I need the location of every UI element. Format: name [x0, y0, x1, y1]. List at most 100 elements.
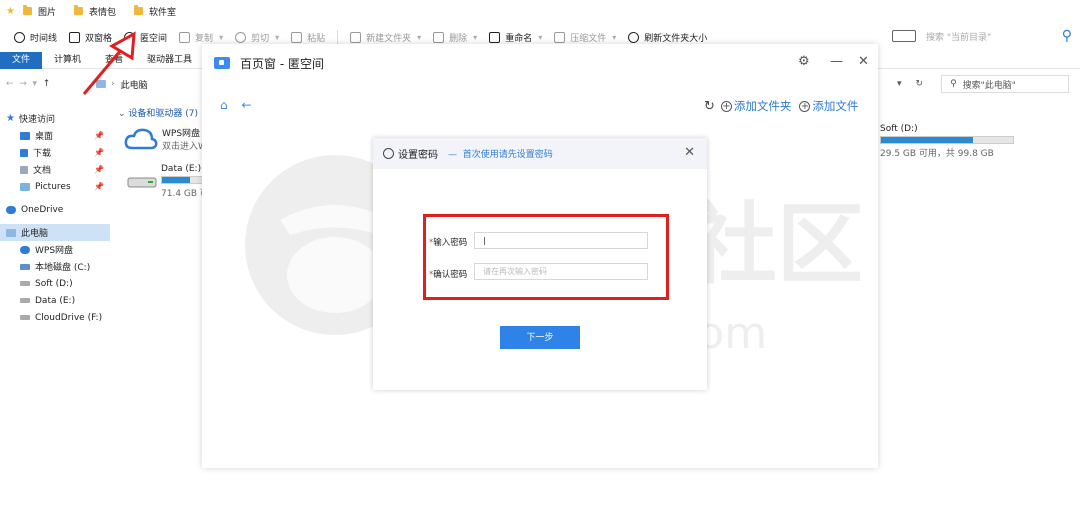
sidebar-item-onedrive[interactable]: OneDrive: [0, 201, 110, 218]
drive-wps[interactable]: WPS网盘 双击进入W: [124, 126, 207, 152]
sidebar-item-drive-e[interactable]: Data (E:): [0, 292, 110, 309]
pin-icon[interactable]: 📌: [94, 182, 104, 191]
pin-icon[interactable]: 📌: [94, 131, 104, 140]
timeline-button[interactable]: 时间线: [14, 31, 57, 44]
next-button[interactable]: 下一步: [500, 326, 580, 349]
pin-icon[interactable]: 📌: [94, 165, 104, 174]
nav-arrows[interactable]: ← → ▾ ↑: [0, 79, 78, 89]
chevron-down-icon[interactable]: ▾: [897, 79, 902, 89]
clock-icon: [14, 31, 25, 43]
devices-group-header[interactable]: ⌄ 设备和驱动器 (7): [118, 106, 198, 119]
favorites-bar: ★ 图片 表情包 软件室: [0, 0, 1080, 22]
settings-icon[interactable]: ⚙: [798, 54, 810, 69]
drive-icon: [20, 298, 30, 303]
add-file-button[interactable]: 添加文件: [812, 98, 858, 114]
cloud-icon: [6, 205, 16, 214]
drive-icon: [20, 263, 30, 270]
document-icon: [20, 165, 28, 174]
compress-button[interactable]: 压缩文件 ▾: [554, 31, 616, 44]
dialog-header: 设置密码 — 首次使用请先设置密码: [373, 138, 707, 169]
cut-button[interactable]: 剪切 ▾: [235, 31, 279, 44]
annotation-arrow: [82, 31, 136, 95]
sidebar-item-wps-drive[interactable]: WPS网盘: [0, 241, 110, 258]
refresh-icon[interactable]: ↻: [704, 99, 715, 114]
star-icon: ★: [6, 113, 15, 124]
window-actions: ↻ + 添加文件夹 + 添加文件: [704, 98, 858, 114]
star-icon: ★: [6, 5, 15, 17]
folder-icon: [134, 5, 143, 15]
drive-data-e[interactable]: Data (E:) 71.4 GB 可: [126, 164, 209, 199]
rename-button[interactable]: 重命名 ▾: [489, 31, 542, 44]
sidebar-item-pictures[interactable]: Pictures 📌: [0, 178, 110, 195]
tab-file[interactable]: 文件: [0, 52, 43, 69]
drive-name: WPS网盘: [162, 129, 201, 139]
drive-usage-fill: [881, 137, 974, 143]
drive-free-space: 29.5 GB 可用，共 99.8 GB: [880, 149, 994, 159]
cloud-icon: [124, 128, 158, 150]
drive-icon: [20, 281, 30, 286]
trash-icon: [433, 31, 445, 43]
sidebar-item-drive-c[interactable]: 本地磁盘 (C:): [0, 258, 110, 275]
directory-search-input[interactable]: 搜索 "当前目录": [926, 30, 1062, 43]
sidebar-item-this-pc[interactable]: 此电脑: [0, 224, 110, 241]
search-icon: ⚲: [950, 79, 957, 89]
minimize-icon[interactable]: —: [830, 54, 843, 69]
dialog-title: 设置密码: [398, 150, 438, 161]
new-folder-icon: [350, 31, 362, 43]
sidebar-item-quick-access[interactable]: ★ 快速访问: [0, 110, 110, 127]
sidebar-item-drive-d[interactable]: Soft (D:): [0, 275, 110, 292]
scissors-icon: [235, 31, 247, 43]
add-folder-button[interactable]: 添加文件夹: [734, 98, 792, 114]
chevron-down-icon: ▾: [275, 32, 280, 42]
chevron-down-icon: ▾: [473, 32, 478, 42]
close-icon[interactable]: ✕: [684, 145, 695, 160]
directory-search[interactable]: 搜索 "当前目录" ⚲: [892, 26, 1072, 46]
refresh-icon: [628, 31, 640, 43]
computer-icon: [6, 228, 16, 237]
window-title: 百页窗 - 匿空间: [240, 56, 324, 71]
favorite-item[interactable]: 图片: [22, 5, 56, 18]
drive-soft-d[interactable]: Soft (D:) 29.5 GB 可用，共 99.8 GB: [880, 124, 1014, 159]
drive-icon: [20, 315, 30, 320]
chevron-down-icon: ▾: [219, 32, 224, 42]
settings-icon: [383, 148, 394, 159]
sidebar-item-documents[interactable]: 文档 📌: [0, 161, 110, 178]
back-icon[interactable]: ←: [241, 98, 251, 112]
drive-icon: [127, 177, 157, 188]
delete-button[interactable]: 删除 ▾: [433, 31, 477, 44]
highlight-box: [423, 214, 669, 300]
chevron-down-icon: ▾: [417, 32, 422, 42]
clipboard-icon: [291, 31, 303, 43]
cloud-icon: [20, 245, 30, 254]
sidebar-item-downloads[interactable]: 下载 📌: [0, 144, 110, 161]
pictures-icon: [20, 182, 30, 191]
pin-icon[interactable]: 📌: [94, 148, 104, 157]
new-folder-button[interactable]: 新建文件夹 ▾: [350, 31, 421, 44]
sidebar-item-desktop[interactable]: 桌面 📌: [0, 127, 110, 144]
drive-name: Soft (D:): [880, 124, 918, 134]
pc-search-input[interactable]: ⚲ 搜索"此电脑": [941, 75, 1070, 93]
favorite-item[interactable]: 软件室: [134, 5, 176, 18]
window-titlebar: 百页窗 - 匿空间 ⚙ — ✕: [202, 44, 878, 82]
search-icon[interactable]: ⚲: [1062, 28, 1072, 44]
refresh-icon[interactable]: ↻: [916, 79, 924, 89]
sidebar-item-drive-f[interactable]: CloudDrive (F:): [0, 309, 110, 326]
favorite-item[interactable]: 表情包: [73, 5, 116, 18]
desktop-icon: [20, 131, 30, 140]
plus-circle-icon: +: [720, 100, 732, 112]
archive-icon: [554, 31, 566, 43]
dialog-hint: — 首次使用请先设置密码: [448, 150, 553, 160]
layout-icon: [892, 30, 916, 42]
folder-icon: [22, 5, 32, 15]
copy-button[interactable]: 复制 ▾: [179, 31, 223, 44]
window-nav: ⌂ ←: [220, 98, 252, 112]
close-icon[interactable]: ✕: [858, 54, 869, 69]
home-icon[interactable]: ⌂: [220, 98, 228, 112]
navigation-pane: ★ 快速访问 桌面 📌 下载 📌 文档 📌 Pictures 📌 OneDrive 此电脑…: [0, 110, 110, 326]
paste-button[interactable]: 粘贴: [291, 31, 325, 44]
chevron-down-icon: ▾: [538, 32, 543, 42]
refresh-size-button[interactable]: 刷新文件夹大小: [628, 31, 707, 44]
drive-usage-fill: [162, 177, 190, 183]
chevron-down-icon: ▾: [612, 32, 617, 42]
address-controls: ▾ ↻ ⚲ 搜索"此电脑": [897, 74, 1070, 94]
